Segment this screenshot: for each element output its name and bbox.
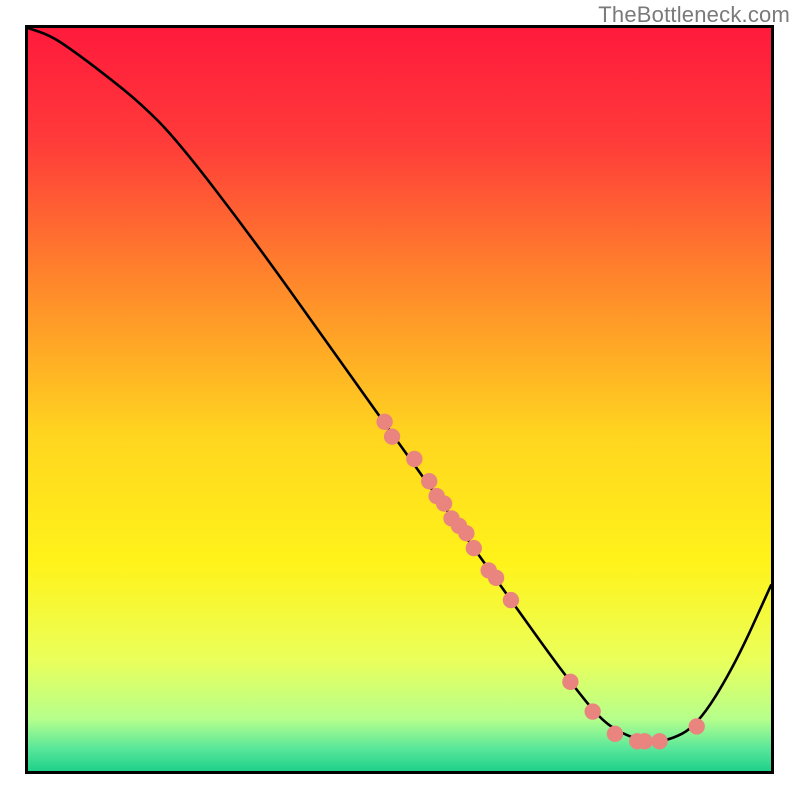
data-dot xyxy=(651,733,667,749)
data-dot xyxy=(503,592,519,608)
data-dot xyxy=(421,473,437,489)
data-dot xyxy=(585,703,601,719)
data-dot xyxy=(637,733,653,749)
curve-layer xyxy=(28,28,771,771)
data-dot xyxy=(436,495,452,511)
data-dots-group xyxy=(376,414,704,750)
data-dot xyxy=(376,414,392,430)
plot-area xyxy=(25,25,774,774)
data-dot xyxy=(488,570,504,586)
data-dot xyxy=(384,428,400,444)
data-dot xyxy=(607,726,623,742)
data-dot xyxy=(458,525,474,541)
data-dot xyxy=(406,451,422,467)
data-dot xyxy=(689,718,705,734)
chart-stage: TheBottleneck.com xyxy=(0,0,800,800)
bottleneck-curve xyxy=(28,28,771,741)
data-dot xyxy=(466,540,482,556)
data-dot xyxy=(562,674,578,690)
